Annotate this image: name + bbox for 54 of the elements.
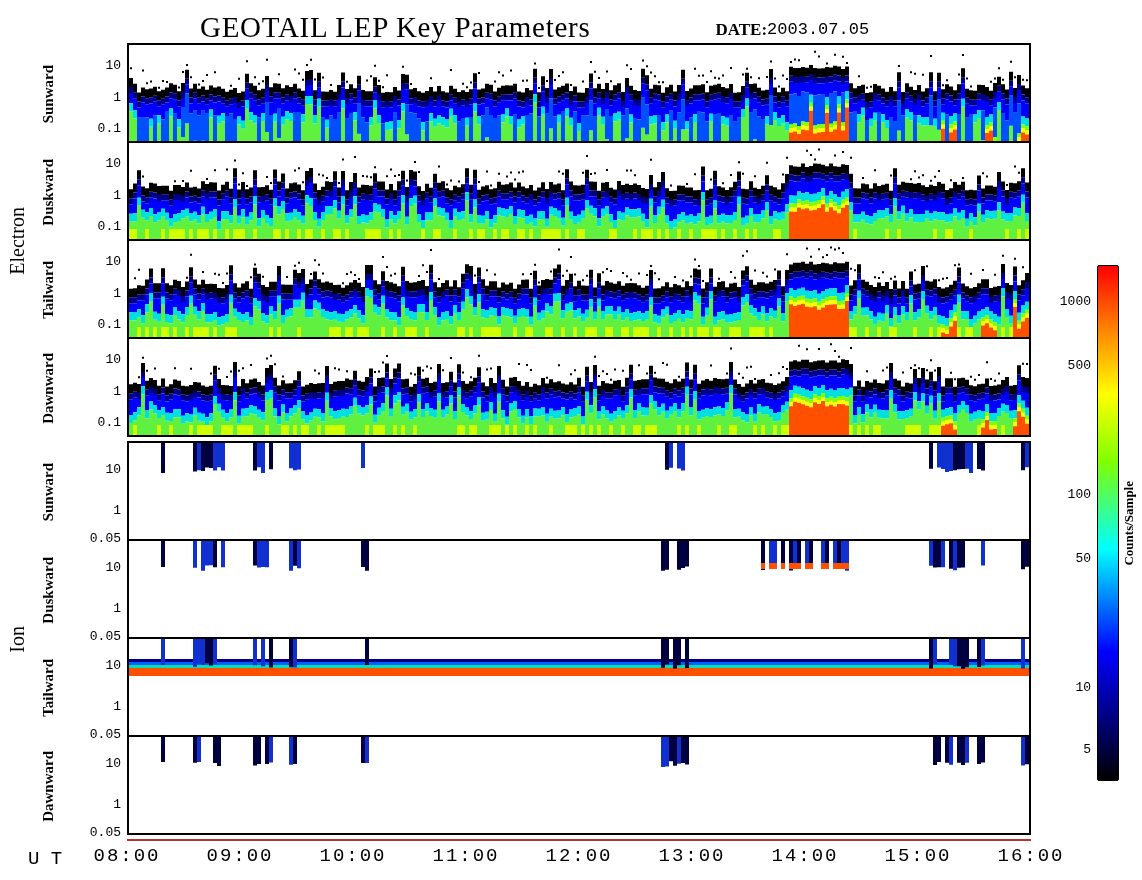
chart-title: GEOTAIL LEP Key Parameters	[200, 13, 591, 42]
colorbar-tick-label: 1000	[1059, 294, 1091, 308]
y-tick-label: 1	[113, 384, 121, 398]
y-tick-label: 0.1	[97, 121, 121, 135]
x-tick-label: 11:00	[432, 847, 500, 866]
x-tick-label: 16:00	[997, 847, 1065, 866]
y-tick-label: 0.05	[89, 727, 121, 741]
y-tick-label: 1	[113, 188, 121, 202]
x-tick-label: 13:00	[658, 847, 726, 866]
x-tick-label: 12:00	[545, 847, 613, 866]
x-tick-label: 08:00	[93, 847, 161, 866]
y-tick-label: 10	[105, 756, 121, 770]
y-tick-label: 0.05	[89, 531, 121, 545]
panel-label: Sunward	[38, 64, 57, 124]
group-label: Electron	[5, 207, 29, 275]
panel-label: Dawnward	[38, 352, 57, 424]
colorbar-tick-label: 100	[1067, 487, 1091, 501]
colorbar-tick-label: 5	[1083, 742, 1091, 756]
panel-label: Tailward	[38, 261, 57, 319]
panel-label: Dawnward	[38, 750, 57, 822]
y-tick-label: 1	[113, 601, 121, 615]
y-tick-label: 0.05	[89, 825, 121, 839]
panel-label: Sunward	[38, 462, 57, 522]
y-tick-label: 0.1	[97, 317, 121, 331]
date-value: 2003.07.05	[767, 18, 870, 41]
y-tick-label: 0.05	[89, 629, 121, 643]
colorbar-tick-label: 50	[1075, 551, 1091, 565]
y-tick-label: 10	[105, 156, 121, 170]
colorbar-tick-label: 500	[1067, 358, 1091, 372]
colorbar-tick-label: 10	[1075, 680, 1091, 694]
y-tick-label: 10	[105, 254, 121, 268]
y-tick-label: 10	[105, 560, 121, 574]
date-label: DATE:	[715, 18, 768, 41]
y-tick-label: 1	[113, 797, 121, 811]
x-tick-label: 10:00	[319, 847, 387, 866]
y-tick-label: 1	[113, 286, 121, 300]
x-tick-label: 15:00	[884, 847, 952, 866]
y-tick-label: 0.1	[97, 415, 121, 429]
panel-label: Duskward	[38, 556, 57, 624]
y-tick-label: 10	[105, 658, 121, 672]
y-tick-label: 1	[113, 699, 121, 713]
panel-label: Duskward	[38, 158, 57, 226]
y-tick-label: 1	[113, 503, 121, 517]
y-tick-label: 1	[113, 90, 121, 104]
x-axis-label: U T	[28, 848, 63, 870]
panel-label: Tailward	[38, 659, 57, 717]
group-label: Ion	[5, 625, 29, 653]
y-tick-label: 0.1	[97, 219, 121, 233]
x-tick-label: 09:00	[206, 847, 274, 866]
y-tick-label: 10	[105, 462, 121, 476]
y-tick-label: 10	[105, 58, 121, 72]
colorbar-label: Counts/Sample	[1120, 480, 1138, 566]
x-tick-label: 14:00	[771, 847, 839, 866]
y-tick-label: 10	[105, 352, 121, 366]
